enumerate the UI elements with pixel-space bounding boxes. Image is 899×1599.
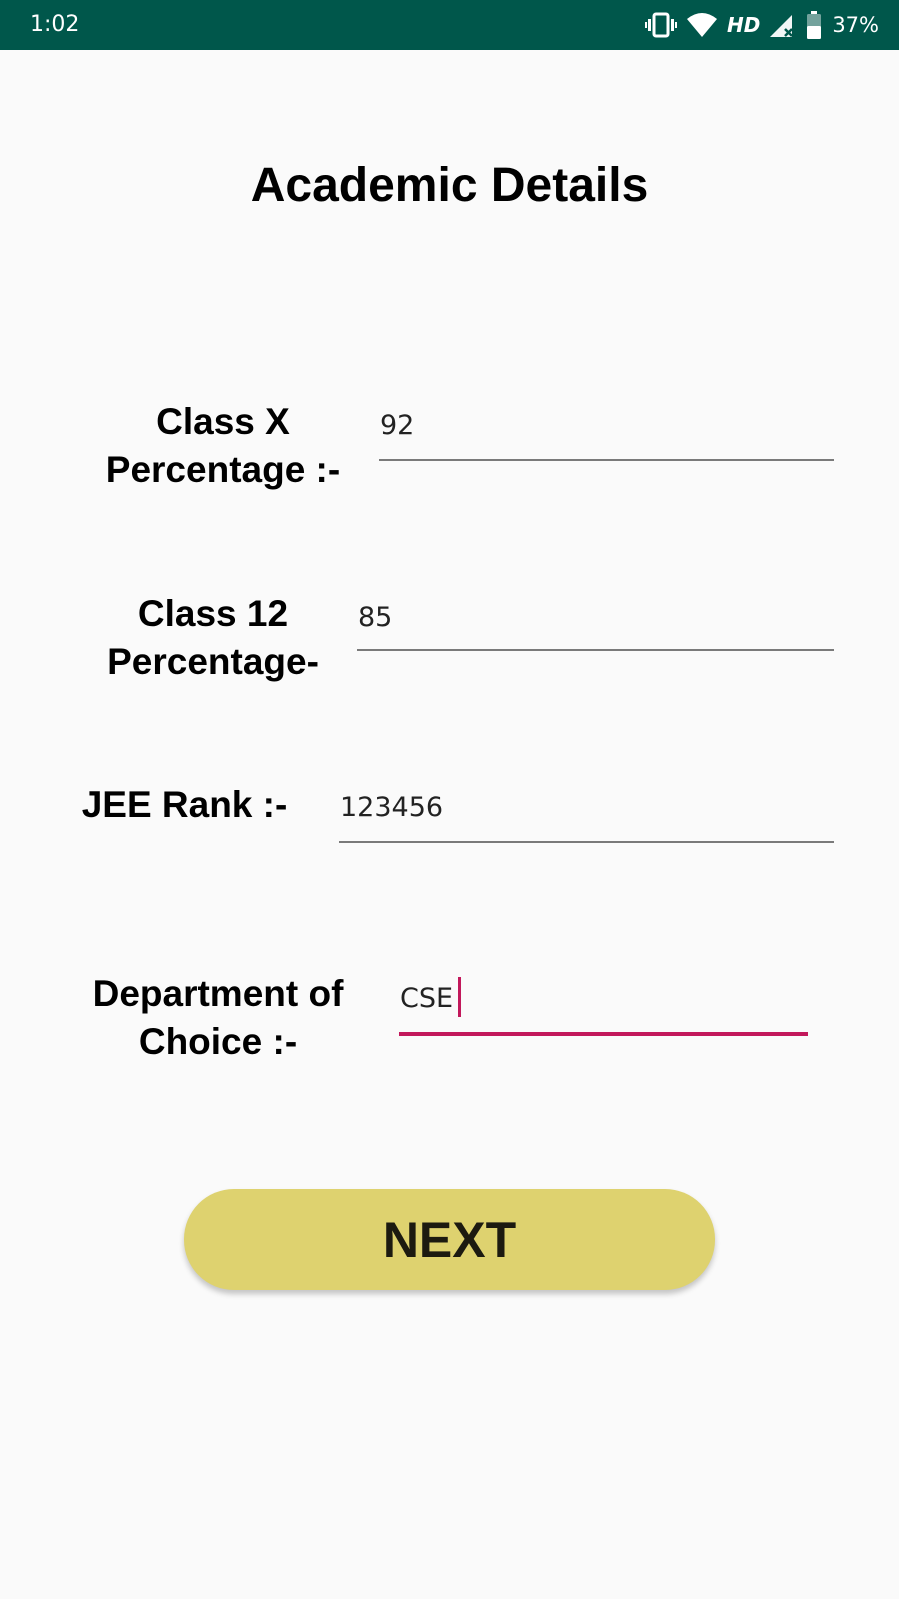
- jee-rank-underline: [339, 841, 834, 843]
- text-cursor: [458, 977, 461, 1017]
- status-bar: 1:02 HD 37%: [0, 0, 899, 50]
- department-label: Department of Choice :-: [78, 970, 358, 1066]
- vibrate-icon: [644, 12, 677, 38]
- status-icons: HD 37%: [644, 10, 879, 40]
- jee-rank-input[interactable]: [340, 787, 830, 827]
- battery-icon: [806, 11, 822, 39]
- page-title: Academic Details: [250, 159, 649, 212]
- class-x-label-line1: Class X: [156, 401, 290, 442]
- department-underline: [399, 1032, 808, 1036]
- class-12-label: Class 12 Percentage-: [78, 590, 348, 686]
- class-12-label-line2: Percentage-: [107, 641, 319, 682]
- department-label-line2: Choice :-: [138, 1021, 298, 1062]
- department-label-line1: Department of: [92, 973, 344, 1014]
- signal-icon: [770, 13, 796, 37]
- class-x-underline: [379, 459, 834, 461]
- battery-percentage: 37%: [832, 13, 879, 37]
- network-type-label: HD: [726, 13, 761, 37]
- class-x-label: Class X Percentage :-: [78, 398, 368, 494]
- wifi-icon: [686, 13, 717, 37]
- status-time: 1:02: [30, 12, 80, 37]
- class-x-label-line2: Percentage :-: [105, 449, 341, 490]
- class-12-percentage-input[interactable]: [358, 597, 828, 637]
- next-button[interactable]: NEXT: [184, 1189, 715, 1290]
- class-x-percentage-input[interactable]: [380, 405, 830, 445]
- class-12-label-line1: Class 12: [137, 593, 289, 634]
- jee-rank-label: JEE Rank :-: [81, 784, 288, 825]
- class-12-underline: [357, 649, 834, 651]
